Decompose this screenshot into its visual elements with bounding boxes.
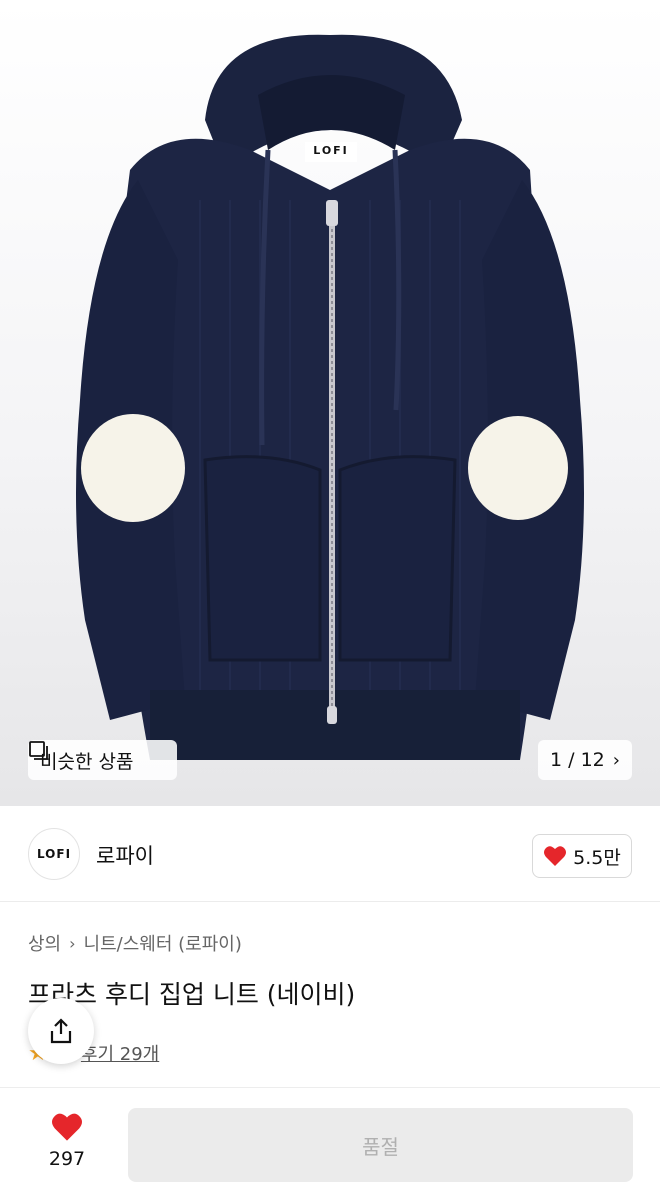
image-counter[interactable]: 1 / 12 › [538,740,632,780]
chevron-right-icon: › [69,933,76,953]
bottom-action-bar: 297 품절 [0,1087,660,1200]
garment-label: LOFI [313,144,349,157]
wishlist-button[interactable]: 297 [30,1112,104,1170]
brand-like-count: 5.5만 [573,846,621,869]
brand-name[interactable]: 로파이 [96,840,154,870]
breadcrumb-item-subcategory[interactable]: 니트/스웨터 (로파이) [84,930,242,956]
brand-like-button[interactable]: 5.5만 [532,834,632,878]
brand-logo[interactable]: LOFI [28,828,80,880]
share-button[interactable] [28,998,94,1064]
brand-row[interactable]: LOFI 로파이 5.5만 [0,806,660,902]
similar-items-label: 비슷한 상품 [40,750,134,773]
product-image-carousel[interactable]: LOFI 비슷한 상품 1 / 12 › [0,0,660,806]
share-icon [50,1018,72,1044]
image-counter-text: 1 / 12 [550,749,605,771]
sold-out-button[interactable]: 품절 [128,1108,633,1182]
heart-icon [544,846,567,866]
breadcrumb: 상의 › 니트/스웨터 (로파이) [28,930,242,956]
breadcrumb-item-category[interactable]: 상의 [28,930,61,956]
wishlist-count: 297 [48,1148,86,1170]
product-photo [76,34,584,760]
similar-items-button[interactable]: 비슷한 상품 [28,740,177,780]
heart-icon [52,1113,82,1141]
similar-items-icon [29,741,48,760]
reviews-link[interactable]: 후기 29개 [81,1040,159,1066]
chevron-right-icon: › [612,749,620,771]
